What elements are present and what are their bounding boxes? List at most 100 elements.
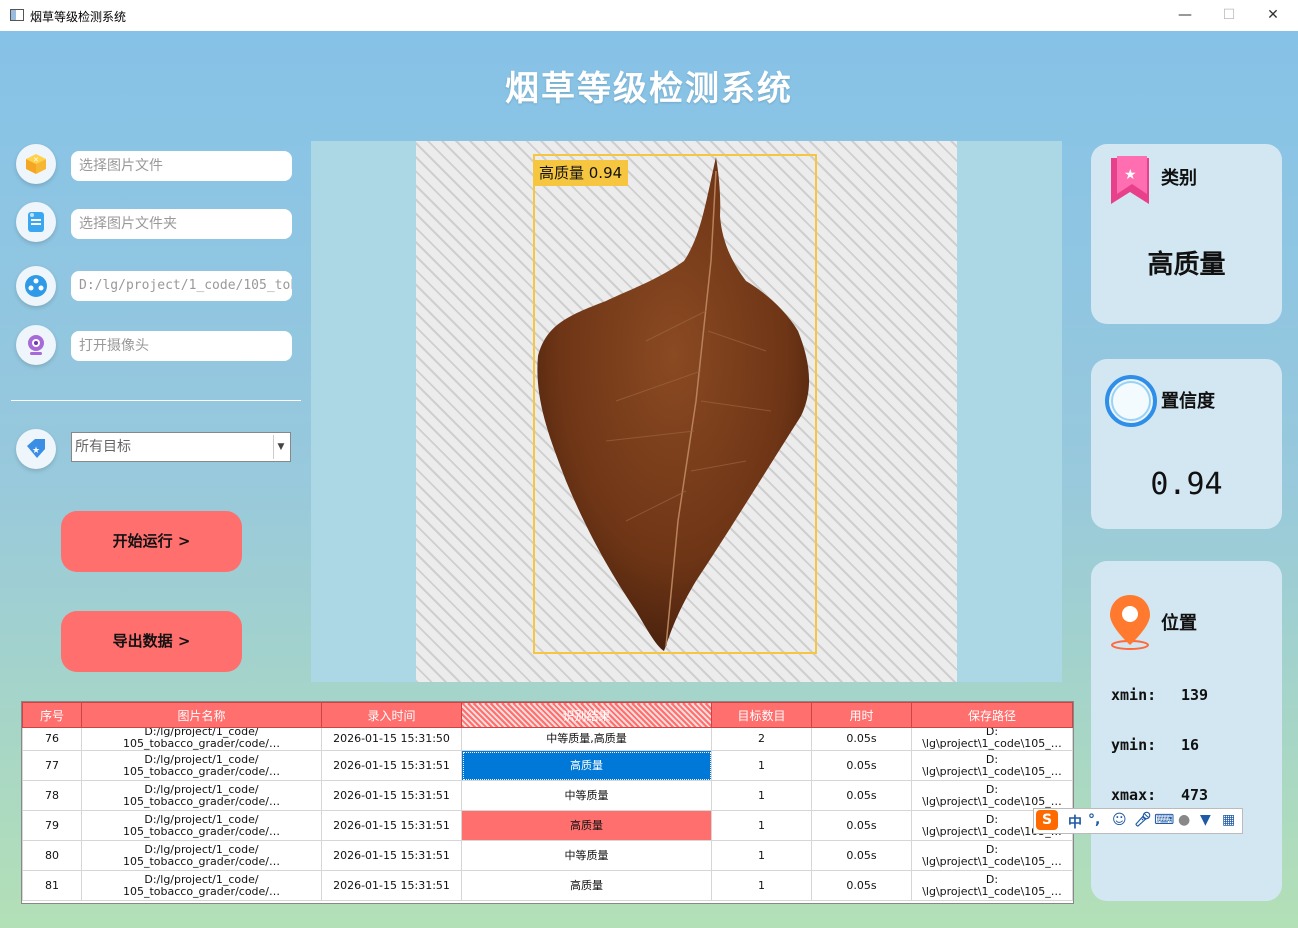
maximize-button[interactable]: ☐ [1206,0,1252,31]
app-icon [10,9,24,21]
cell-path-line2: \lg\project\1_code\105_… [922,794,1062,808]
col-header-path[interactable]: 保存路径 [911,702,1073,728]
close-button[interactable]: ✕ [1250,0,1296,31]
category-card: ★ 类别 高质量 [1091,144,1282,324]
cell-result: 中等质量 [461,780,712,811]
col-header-name[interactable]: 图片名称 [81,702,322,728]
col-header-result[interactable]: 识别结果 [461,702,712,728]
cell-name: D:/lg/project/1_code/105_tobacco_grader/… [81,780,322,811]
cell-result-highlight: 高质量 [461,810,712,841]
cell-time: 2026-01-15 15:31:51 [321,810,462,841]
cell-path: D: \lg\project\1_code\105_… [911,780,1073,811]
cell-duration: 0.05s [811,727,912,751]
xmax-value: 473 [1181,786,1209,804]
cell-name: D:/lg/project/1_code/105_tobacco_grader/… [81,810,322,841]
position-card: 位置 xmin: 139 ymin: 16 xmax: 473 [1091,561,1282,901]
table-row[interactable]: 80 D:/lg/project/1_code/105_tobacco_grad… [22,840,1073,871]
cell-id: 76 [22,727,82,751]
keyboard-icon[interactable]: ⌨ [1154,812,1174,828]
table-row[interactable]: 76 D:/lg/project/1_code/105_tobacco_grad… [22,727,1073,751]
table-row[interactable]: 81 D:/lg/project/1_code/105_tobacco_grad… [22,870,1073,901]
image-file-field[interactable]: 选择图片文件 [71,151,292,181]
cell-path-line1: D: [985,782,999,796]
cell-count: 1 [711,870,812,901]
table-row[interactable]: 78 D:/lg/project/1_code/105_tobacco_grad… [22,780,1073,811]
cell-duration: 0.05s [811,750,912,781]
divider [11,400,301,401]
cell-name: D:/lg/project/1_code/105_tobacco_grader/… [81,750,322,781]
cell-path: D: \lg\project\1_code\105_… [911,727,1073,751]
cell-path: D: \lg\project\1_code\105_… [911,750,1073,781]
target-tag-icon: ★ [16,429,56,469]
microphone-icon[interactable]: 🎤︎ [1134,812,1152,828]
bounding-box-label: 高质量 0.94 [533,160,629,186]
col-header-duration[interactable]: 用时 [811,702,912,728]
camera-icon[interactable] [16,325,56,365]
table-row[interactable]: 79 D:/lg/project/1_code/105_tobacco_grad… [22,810,1073,841]
user-icon[interactable]: ● [1178,812,1190,828]
cell-path-line1: D: [985,872,999,886]
col-header-id[interactable]: 序号 [22,702,82,728]
cell-count: 1 [711,810,812,841]
cell-name-line2: 105_tobacco_grader/code/… [122,764,281,778]
camera-field[interactable]: 打开摄像头 [71,331,292,361]
table-row[interactable]: 77 D:/lg/project/1_code/105_tobacco_grad… [22,750,1073,781]
ime-lang-toggle[interactable]: 中 [1068,812,1082,832]
cell-path-line2: \lg\project\1_code\105_… [922,854,1062,868]
xmin-label: xmin: [1111,686,1157,704]
cell-result-selected: 高质量 [461,750,712,781]
image-folder-field[interactable]: 选择图片文件夹 [71,209,292,239]
cell-path: D: \lg\project\1_code\105_… [911,870,1073,901]
col-header-count[interactable]: 目标数目 [711,702,812,728]
xmin-row: xmin: 139 [1111,686,1208,704]
target-select-value: 所有目标 [75,439,131,455]
export-button[interactable]: 导出数据 > [61,611,242,672]
cell-id: 77 [22,750,82,781]
xmin-value: 139 [1181,686,1209,704]
cell-time: 2026-01-15 15:31:51 [321,750,462,781]
results-table[interactable]: 序号 图片名称 录入时间 识别结果 目标数目 用时 保存路径 76 D:/lg/… [21,701,1074,904]
cell-name-line1: D:/lg/project/1_code/ [144,752,259,766]
target-select[interactable]: 所有目标 ▼ [71,432,291,462]
confidence-label: 置信度 [1161,391,1215,412]
category-label: 类别 [1161,168,1197,189]
cell-name-line2: 105_tobacco_grader/code/… [122,884,281,898]
image-file-icon[interactable]: ✕ [16,144,56,184]
cell-id: 80 [22,840,82,871]
confidence-value: 0.94 [1150,467,1223,502]
image-folder-icon[interactable] [16,202,56,242]
svg-text:★: ★ [32,446,40,456]
cell-name: D:/lg/project/1_code/105_tobacco_grader/… [81,840,322,871]
run-button[interactable]: 开始运行 > [61,511,242,572]
svg-text:✕: ✕ [33,156,39,164]
cell-name-line2: 105_tobacco_grader/code/… [122,824,281,838]
confidence-card: 置信度 0.94 [1091,359,1282,529]
xmax-row: xmax: 473 [1111,786,1208,804]
category-value: 高质量 [1147,250,1226,280]
video-file-icon[interactable] [16,266,56,306]
cell-name: D:/lg/project/1_code/105_tobacco_grader/… [81,727,322,751]
cell-name-line1: D:/lg/project/1_code/ [144,872,259,886]
emoji-icon[interactable]: ☺ [1112,812,1127,828]
video-path-field[interactable]: D:/lg/project/1_code/105_tobacco [71,271,292,301]
cell-name-line1: D:/lg/project/1_code/ [144,842,259,856]
table-header-row: 序号 图片名称 录入时间 识别结果 目标数目 用时 保存路径 [22,702,1073,728]
ime-punct-toggle[interactable]: °, [1088,812,1100,828]
cell-path-line1: D: [985,842,999,856]
cell-name-line1: D:/lg/project/1_code/ [144,812,259,826]
chevron-down-icon[interactable]: ▼ [273,435,288,459]
minimize-button[interactable]: — [1162,0,1208,31]
confidence-ring-icon [1105,375,1157,427]
cell-count: 1 [711,780,812,811]
ime-toolbar[interactable]: S 中 °, ☺ 🎤︎ ⌨ ● ▼ ▦ [1033,808,1243,834]
cell-name-line2: 105_tobacco_grader/code/… [122,737,281,750]
cell-time: 2026-01-15 15:31:51 [321,840,462,871]
cell-name-line2: 105_tobacco_grader/code/… [122,854,281,868]
cell-duration: 0.05s [811,840,912,871]
ymin-label: ymin: [1111,736,1157,754]
ime-logo-icon[interactable]: S [1036,810,1058,830]
col-header-time[interactable]: 录入时间 [321,702,462,728]
cell-duration: 0.05s [811,780,912,811]
skin-shirt-icon[interactable]: ▼ [1200,812,1211,828]
grid-menu-icon[interactable]: ▦ [1222,812,1235,828]
